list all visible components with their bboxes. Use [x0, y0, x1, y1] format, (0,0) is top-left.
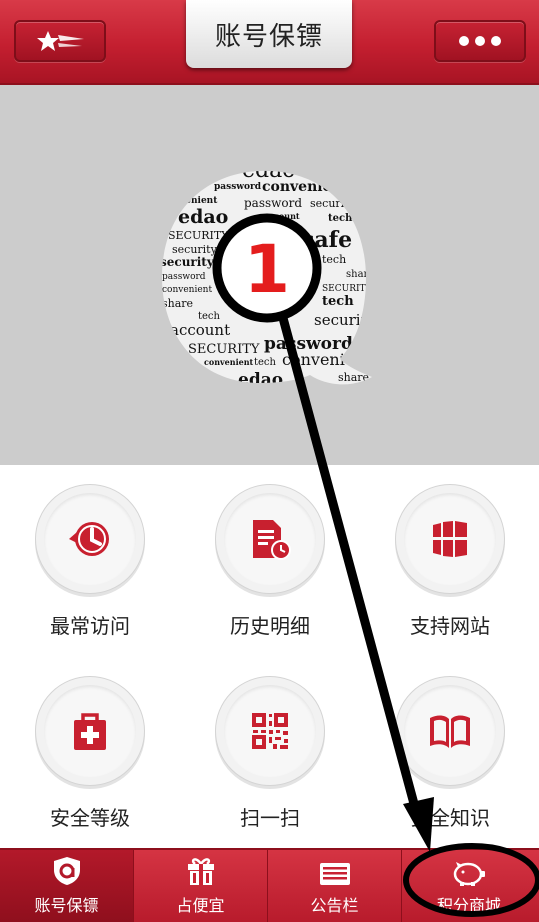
cloud-word: SECURITY: [188, 342, 260, 357]
cloud-word: tech: [328, 213, 353, 224]
nav-label: 占便宜: [176, 896, 225, 915]
cloud-word: SECURITY: [168, 229, 229, 242]
cloud-word: tech: [254, 357, 277, 368]
cloud-word: security: [314, 311, 372, 329]
tile-circle: [35, 676, 145, 786]
nav-label: 账号保镖: [34, 896, 99, 915]
cloud-word: share: [300, 167, 325, 177]
bottom-navigation: 账号保镖 占便宜 公告栏 积分商城: [0, 848, 539, 922]
banner: edao share password convenient convenient pas…: [0, 85, 539, 465]
qr-code-icon: [252, 713, 288, 749]
cloud-word: password: [162, 272, 206, 282]
cloud-word: safe: [302, 227, 352, 253]
cloud-word: password: [214, 182, 262, 192]
cloud-word: edao: [238, 370, 283, 387]
nav-icon-wrap: [402, 850, 536, 886]
tile-label: 支持网站: [410, 614, 490, 638]
nav-bulletin[interactable]: 公告栏: [268, 850, 402, 922]
tile-circle-inner: [224, 493, 316, 585]
nav-icon-wrap: [268, 850, 401, 886]
cloud-word: SECURITY: [322, 284, 372, 294]
page-title: 账号保镖: [186, 0, 352, 68]
scan-tile[interactable]: 扫一扫: [205, 676, 335, 831]
tile-circle-inner: [44, 685, 136, 777]
cloud-word: tech: [322, 294, 354, 309]
nav-label: 公告栏: [310, 896, 359, 915]
cloud-word: share: [338, 371, 369, 384]
history-clock-icon: [69, 522, 109, 556]
nav-icon-wrap: [134, 850, 267, 886]
tile-label: 安全知识: [410, 806, 490, 830]
cloud-word: convenient: [262, 179, 349, 195]
cloud-word: account: [170, 321, 230, 339]
cloud-word: convenient: [162, 196, 218, 206]
tile-label: 扫一扫: [240, 806, 300, 830]
cloud-word: password: [244, 196, 302, 210]
nav-points-mall[interactable]: 积分商城: [402, 850, 536, 922]
tile-circle-inner: [404, 493, 496, 585]
nav-deals[interactable]: 占便宜: [134, 850, 268, 922]
cloud-word: security: [160, 255, 215, 269]
tile-label: 安全等级: [50, 806, 130, 830]
tile-label: 最常访问: [50, 614, 130, 638]
supported-sites-tile[interactable]: 支持网站: [385, 484, 515, 639]
history-details-tile[interactable]: 历史明细: [205, 484, 335, 639]
favorite-button[interactable]: [14, 20, 106, 62]
cloud-word: account: [264, 211, 300, 221]
windows-grid-icon: [433, 521, 467, 557]
document-clock-icon: [253, 520, 291, 560]
cloud-word: convenient: [204, 357, 254, 367]
cloud-word: security: [310, 197, 356, 210]
cloud-word: share: [346, 269, 372, 280]
tile-circle-inner: [224, 685, 316, 777]
nav-label: 积分商城: [436, 896, 501, 915]
tile-circle-inner: [44, 493, 136, 585]
cloud-word: convenient: [282, 350, 372, 369]
tile-label: 历史明细: [230, 614, 310, 638]
cloud-word: edao: [178, 206, 228, 228]
tile-circle-inner: [404, 685, 496, 777]
cloud-word: share: [162, 297, 193, 310]
tile-circle: [35, 484, 145, 594]
more-button[interactable]: [434, 20, 526, 62]
tile-circle: [395, 676, 505, 786]
most-visited-tile[interactable]: 最常访问: [25, 484, 155, 639]
cloud-word: tech: [322, 253, 346, 266]
shooting-star-icon: [37, 31, 84, 51]
top-bar: 账号保镖: [0, 0, 539, 85]
tile-circle: [215, 484, 325, 594]
piggy-bank-icon: [453, 862, 485, 886]
nav-icon-wrap: [0, 850, 133, 886]
word-cloud-logo: edao sharepassword convenientconvenient pas…: [160, 167, 372, 387]
tile-circle: [395, 484, 505, 594]
nav-account-guard[interactable]: 账号保镖: [0, 850, 134, 922]
security-knowledge-tile[interactable]: 安全知识: [385, 676, 515, 831]
open-book-icon: [430, 715, 470, 748]
security-level-tile[interactable]: 安全等级: [25, 676, 155, 831]
more-dots-icon: [459, 36, 501, 46]
cloud-word: convenient: [162, 285, 212, 295]
shield-icon: [53, 857, 80, 885]
gift-icon: [187, 858, 214, 885]
medical-bag-icon: [74, 713, 106, 750]
tile-circle: [215, 676, 325, 786]
bulletin-icon: [319, 863, 350, 885]
